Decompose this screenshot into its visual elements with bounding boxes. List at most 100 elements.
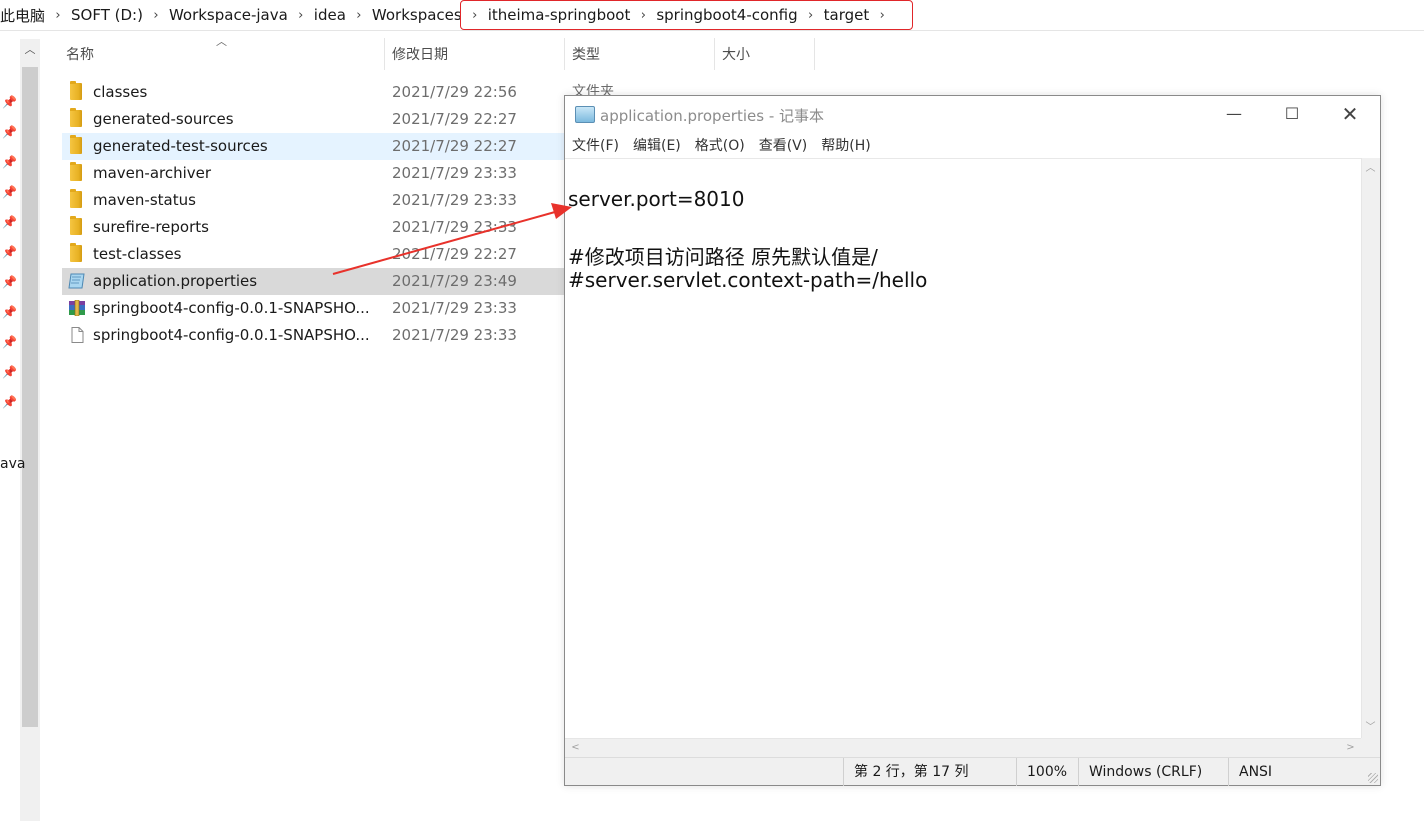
menu-edit[interactable]: 编辑(E) <box>626 135 688 155</box>
file-row-test-classes[interactable]: test-classes 2021/7/29 22:27 <box>62 241 565 268</box>
file-row-maven-archiver[interactable]: maven-archiver 2021/7/29 23:33 <box>62 160 565 187</box>
minimize-button[interactable]: — <box>1205 96 1263 132</box>
breadcrumb-chevron-icon[interactable]: › <box>465 8 485 23</box>
scroll-up-icon[interactable]: ︿ <box>20 39 40 59</box>
breadcrumb-target[interactable]: target <box>821 0 873 31</box>
file-modified: 2021/7/29 23:33 <box>392 218 517 236</box>
column-header-type[interactable]: 类型 <box>566 38 715 70</box>
status-encoding: ANSI <box>1228 758 1378 786</box>
file-row-classes[interactable]: classes 2021/7/29 22:56 <box>62 79 565 106</box>
scroll-left-icon[interactable]: < <box>567 739 584 756</box>
file-name: generated-sources <box>93 110 234 128</box>
file-name: surefire-reports <box>93 218 209 236</box>
folder-icon <box>70 162 82 181</box>
address-bar[interactable]: 此电脑 › SOFT (D:) › Workspace-java › idea … <box>0 0 1424 31</box>
breadcrumb-workspaces[interactable]: Workspaces <box>369 0 465 31</box>
notepad-text-area[interactable]: server.port=8010 #修改项目访问路径 原先默认值是/ #serv… <box>565 158 1361 738</box>
file-name: generated-test-sources <box>93 137 268 155</box>
properties-file-icon <box>68 273 85 289</box>
nav-item-partial[interactable]: ava <box>0 456 25 472</box>
status-line-ending: Windows (CRLF) <box>1078 758 1229 786</box>
pin-icon[interactable]: 📌 <box>2 335 17 349</box>
menu-help[interactable]: 帮助(H) <box>814 135 877 155</box>
breadcrumb-itheima-springboot[interactable]: itheima-springboot <box>485 0 634 31</box>
nav-scroll-thumb[interactable] <box>22 67 38 727</box>
maximize-button[interactable]: ☐ <box>1263 96 1321 132</box>
pin-icon[interactable]: 📌 <box>2 185 17 199</box>
breadcrumb-chevron-icon[interactable]: › <box>633 8 653 23</box>
pin-icon[interactable]: 📌 <box>2 215 17 229</box>
menu-format[interactable]: 格式(O) <box>688 135 752 155</box>
file-modified: 2021/7/29 23:33 <box>392 326 517 344</box>
notepad-titlebar[interactable]: application.properties - 记事本 — ☐ ✕ <box>565 96 1380 132</box>
breadcrumb-chevron-icon[interactable]: › <box>872 8 892 23</box>
file-modified: 2021/7/29 23:33 <box>392 164 517 182</box>
notepad-window[interactable]: application.properties - 记事本 — ☐ ✕ 文件(F)… <box>564 95 1381 786</box>
file-modified: 2021/7/29 23:33 <box>392 191 517 209</box>
file-modified: 2021/7/29 23:49 <box>392 272 517 290</box>
breadcrumb-chevron-icon[interactable]: › <box>146 8 166 23</box>
navigation-pane: ︿ 📌 📌 📌 📌 📌 📌 📌 📌 📌 📌 📌 ava <box>0 31 40 821</box>
folder-icon <box>70 216 82 235</box>
file-row-application-properties[interactable]: application.properties 2021/7/29 23:49 <box>62 268 565 295</box>
folder-icon <box>70 135 82 154</box>
breadcrumb-chevron-icon[interactable]: › <box>801 8 821 23</box>
pin-icon[interactable]: 📌 <box>2 245 17 259</box>
file-row-surefire-reports[interactable]: surefire-reports 2021/7/29 23:33 <box>62 214 565 241</box>
column-header-modified[interactable]: 修改日期 <box>386 38 565 70</box>
file-row-generated-sources[interactable]: generated-sources 2021/7/29 22:27 <box>62 106 565 133</box>
file-row-generated-test-sources[interactable]: generated-test-sources 2021/7/29 22:27 <box>62 133 565 160</box>
status-zoom: 100% <box>1016 758 1079 786</box>
breadcrumb-this-pc[interactable]: 此电脑 <box>0 0 48 31</box>
file-modified: 2021/7/29 22:27 <box>392 110 517 128</box>
file-name: maven-archiver <box>93 164 212 182</box>
file-row-snapshot-original[interactable]: springboot4-config-0.0.1-SNAPSHO... 2021… <box>62 322 565 349</box>
pin-icon[interactable]: 📌 <box>2 275 17 289</box>
breadcrumb-chevron-icon[interactable]: › <box>291 8 311 23</box>
nav-scrollbar[interactable]: ︿ <box>20 39 40 821</box>
notepad-icon <box>575 106 595 123</box>
file-modified: 2021/7/29 22:27 <box>392 137 517 155</box>
file-modified: 2021/7/29 22:56 <box>392 83 517 101</box>
resize-grip-icon[interactable] <box>1368 773 1378 783</box>
pin-icon[interactable]: 📌 <box>2 155 17 169</box>
status-position: 第 2 行，第 17 列 <box>843 758 1018 786</box>
folder-icon <box>70 81 82 100</box>
breadcrumb-workspace-java[interactable]: Workspace-java <box>166 0 291 31</box>
file-row-maven-status[interactable]: maven-status 2021/7/29 23:33 <box>62 187 565 214</box>
file-modified: 2021/7/29 22:27 <box>392 245 517 263</box>
scroll-down-icon[interactable]: ﹀ <box>1362 719 1379 736</box>
archive-icon <box>69 300 85 316</box>
scrollbar-corner <box>1361 738 1380 757</box>
editor-line: server.port=8010 <box>568 187 745 211</box>
column-header-name[interactable]: 名称 <box>60 38 385 70</box>
column-header-size[interactable]: 大小 <box>716 38 815 70</box>
pin-icon[interactable]: 📌 <box>2 395 17 409</box>
vertical-scrollbar[interactable]: ︿ ﹀ <box>1361 158 1380 738</box>
horizontal-scrollbar[interactable]: < > <box>565 738 1361 757</box>
notepad-statusbar: 第 2 行，第 17 列 100% Windows (CRLF) ANSI <box>565 757 1380 786</box>
file-icon <box>71 327 84 343</box>
pin-icon[interactable]: 📌 <box>2 305 17 319</box>
breadcrumb-chevron-icon[interactable]: › <box>48 8 68 23</box>
menu-file[interactable]: 文件(F) <box>565 135 626 155</box>
menu-view[interactable]: 查看(V) <box>752 135 815 155</box>
editor-line: #server.servlet.context-path=/hello <box>568 268 928 292</box>
file-name: test-classes <box>93 245 182 263</box>
file-name: classes <box>93 83 148 101</box>
breadcrumb-idea[interactable]: idea <box>311 0 349 31</box>
breadcrumb-springboot4-config[interactable]: springboot4-config <box>653 0 800 31</box>
file-modified: 2021/7/29 23:33 <box>392 299 517 317</box>
file-row-snapshot-jar[interactable]: springboot4-config-0.0.1-SNAPSHO... 2021… <box>62 295 565 322</box>
folder-icon <box>70 189 82 208</box>
pin-icon[interactable]: 📌 <box>2 95 17 109</box>
close-button[interactable]: ✕ <box>1321 96 1379 132</box>
breadcrumb-soft-drive[interactable]: SOFT (D:) <box>68 0 146 31</box>
pin-icon[interactable]: 📌 <box>2 125 17 139</box>
scroll-up-icon[interactable]: ︿ <box>1362 160 1379 177</box>
file-name: springboot4-config-0.0.1-SNAPSHO... <box>93 299 370 317</box>
folder-icon <box>70 108 82 127</box>
breadcrumb-chevron-icon[interactable]: › <box>349 8 369 23</box>
scroll-right-icon[interactable]: > <box>1342 739 1359 756</box>
pin-icon[interactable]: 📌 <box>2 365 17 379</box>
